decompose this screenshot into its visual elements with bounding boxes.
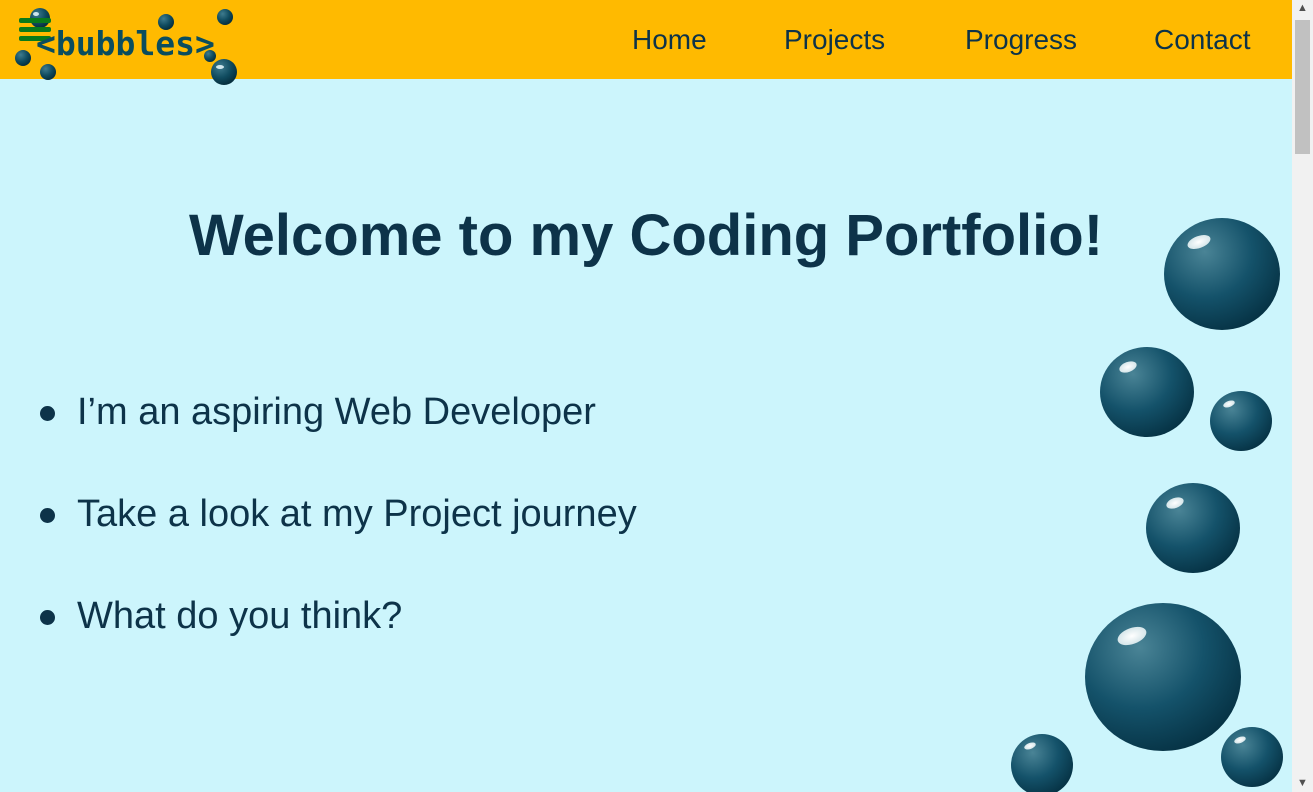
bubble-icon: [1210, 391, 1272, 451]
nav-projects[interactable]: Projects: [784, 20, 885, 60]
bubble-icon: [1221, 727, 1283, 787]
bullet-icon: [40, 610, 55, 625]
scroll-thumb[interactable]: [1295, 20, 1310, 154]
bubble-icon: [1100, 347, 1194, 437]
list-item: Take a look at my Project journey: [40, 490, 637, 592]
page-title: Welcome to my Coding Portfolio!: [188, 203, 1104, 268]
list-item: What do you think?: [40, 592, 637, 694]
nav-contact[interactable]: Contact: [1154, 20, 1251, 60]
scroll-down-icon[interactable]: ▼: [1292, 775, 1313, 792]
logo-text: <bubbles>: [36, 24, 215, 63]
intro-list: I’m an aspiring Web Developer Take a loo…: [40, 388, 637, 694]
bullet-icon: [40, 406, 55, 421]
nav-home[interactable]: Home: [632, 20, 707, 60]
vertical-scrollbar[interactable]: ▲ ▼: [1292, 0, 1313, 792]
bubble-icon: [1085, 603, 1241, 751]
bubble-icon: [1011, 734, 1073, 792]
bubble-icon: [1146, 483, 1240, 573]
list-item-text: Take a look at my Project journey: [77, 493, 637, 535]
navbar: <bubbles> Home Projects Progress Contact: [0, 0, 1292, 85]
list-item-text: What do you think?: [77, 595, 403, 637]
nav-progress[interactable]: Progress: [965, 20, 1077, 60]
list-item: I’m an aspiring Web Developer: [40, 388, 637, 490]
logo[interactable]: <bubbles>: [10, 4, 245, 88]
list-item-text: I’m an aspiring Web Developer: [77, 391, 596, 433]
scroll-up-icon[interactable]: ▲: [1292, 0, 1313, 17]
bullet-icon: [40, 508, 55, 523]
